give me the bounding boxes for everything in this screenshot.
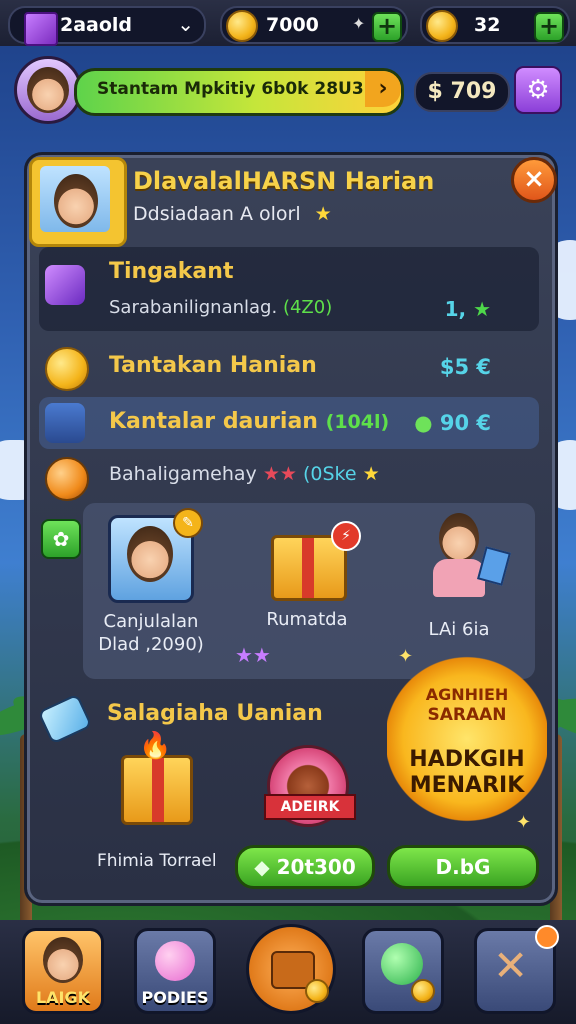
- daily-section-title: Salagiaha Uanian: [107, 701, 323, 726]
- green-star-icon: ★: [473, 297, 491, 321]
- coin-icon: [226, 10, 258, 42]
- portrait-image: [40, 166, 110, 232]
- sparkle-icon: ✦: [516, 812, 532, 833]
- add-coins-button[interactable]: +: [372, 12, 402, 42]
- crossed-tools-icon: ✕: [493, 941, 529, 990]
- add-gold-button[interactable]: +: [534, 12, 564, 42]
- row-value: $5 €: [439, 355, 491, 379]
- coin-icon: [305, 979, 329, 1003]
- gem-icon: [24, 12, 58, 46]
- row-label: Tantakan Hanian: [109, 353, 317, 378]
- alert-badge-icon: ⚡: [331, 521, 361, 551]
- panel-header: DlavalalHARSN Harian Ddsiadaan A olorl ★…: [27, 155, 557, 247]
- row-value: 1, ★: [444, 297, 491, 321]
- money-display: $ 709: [414, 72, 510, 112]
- nav-label: LAIGK: [35, 988, 91, 1007]
- sparkle-icon: ✦: [398, 646, 414, 667]
- profile-avatar-icon: [43, 937, 83, 983]
- promo-burst[interactable]: AGNHIEH SARAAN HADKGIH MENARIK: [387, 655, 547, 823]
- avatar-face: [27, 67, 69, 113]
- nav-gem-button[interactable]: [362, 928, 444, 1014]
- burst-line4: MENARIK: [409, 773, 525, 798]
- task-row-bonus[interactable]: Bahaligamehay ★★ (0Ske ★: [39, 451, 539, 503]
- coin-icon: [411, 979, 435, 1003]
- bottom-nav: LAIGK PODIES ✕: [0, 920, 576, 1024]
- reward-card-hero[interactable]: LAi 6ia: [399, 509, 519, 640]
- panel-subtitle: Ddsiadaan A olorl ★: [133, 203, 332, 225]
- settings-button[interactable]: ⚙: [514, 66, 562, 114]
- sparkle-icon: ✦: [352, 14, 366, 33]
- claim-button-1[interactable]: ◆ 20t300: [235, 845, 375, 889]
- nav-home-button[interactable]: [246, 924, 336, 1014]
- donut-badge-icon[interactable]: ADEIRK: [264, 745, 356, 827]
- row-sub: Sarabanilignanlag. (4Z0): [109, 297, 333, 318]
- bottle-icon: [37, 693, 93, 745]
- edit-badge-icon: ✎: [173, 508, 203, 538]
- daily-panel: DlavalalHARSN Harian Ddsiadaan A olorl ★…: [24, 152, 558, 906]
- puzzle-icon: [45, 265, 85, 305]
- coins-pill: 7000 ✦ +: [220, 6, 408, 44]
- row-sub: Bahaligamehay ★★ (0Ske ★: [109, 463, 380, 485]
- reward-stars: ★★: [235, 643, 271, 667]
- card-icon: [477, 546, 511, 586]
- gem-pill[interactable]: 2aaold ⌄: [8, 6, 206, 46]
- clover-badge-icon: ✿: [41, 519, 81, 559]
- reward-card-box[interactable]: ⚡ Rumatda: [247, 515, 367, 630]
- nav-label: PODIES: [141, 988, 209, 1007]
- hero-avatar: [439, 513, 479, 563]
- gold-pill: 32 +: [420, 6, 570, 44]
- claim-button-2[interactable]: D.bG: [387, 845, 539, 889]
- task-row-level[interactable]: Tingakant Sarabanilignanlag. (4Z0) 1, ★: [39, 247, 539, 331]
- ribbon-label: ADEIRK: [264, 794, 356, 820]
- reward-name: LAi 6ia: [428, 619, 490, 640]
- nav-profile-button[interactable]: LAIGK: [22, 928, 104, 1014]
- gem-icon: ◆: [254, 855, 270, 879]
- task-row-collection[interactable]: Kantalar daurian (104l) ● 90 €: [39, 397, 539, 449]
- row-value: ● 90 €: [414, 411, 491, 435]
- orange-orb-icon: [45, 457, 89, 501]
- nav-tools-button[interactable]: ✕: [474, 925, 559, 1014]
- gold-coin-icon: [426, 10, 458, 42]
- coins-value: 7000: [266, 14, 319, 36]
- reward-name: Canjulalan: [103, 611, 199, 632]
- chevron-down-icon[interactable]: ⌄: [177, 12, 194, 36]
- moon-badge-icon: [45, 403, 85, 443]
- reward-detail: Dlad ,2090): [98, 634, 204, 655]
- player-avatar[interactable]: [14, 56, 82, 124]
- daily-card-label: Fhimia Torrael: [97, 851, 217, 871]
- gem-label: 2aaold: [60, 14, 133, 36]
- star-icon: ★: [362, 463, 380, 485]
- close-button[interactable]: ×: [511, 157, 557, 203]
- green-gem-icon: ●: [414, 411, 433, 435]
- banner-text: Stantam Mpkitiy 6b0k 28U3: [97, 79, 364, 99]
- burst-line3: HADKGIH: [409, 747, 525, 772]
- reward-name: Rumatda: [266, 609, 348, 630]
- panel-title: DlavalalHARSN Harian: [133, 167, 435, 195]
- chevron-right-icon[interactable]: ›: [365, 71, 401, 107]
- burst-line1: AGNHIEH: [425, 685, 509, 704]
- nav-potions-button[interactable]: PODIES: [134, 928, 216, 1014]
- reward-card-character[interactable]: ✎ Canjulalan Dlad ,2090): [91, 508, 211, 655]
- row-label: Kantalar daurian (104l): [109, 409, 390, 434]
- coin-icon: [45, 347, 89, 391]
- star-icon: ★: [314, 203, 332, 225]
- character-portrait: ✎: [108, 508, 203, 603]
- burst-line2: SARAAN: [427, 705, 507, 725]
- flame-icon: 🔥: [139, 731, 172, 761]
- gold-value: 32: [474, 14, 501, 36]
- red-stars-icon: ★★: [262, 463, 297, 485]
- task-row-daily[interactable]: Tantakan Hanian $5 €: [39, 341, 539, 393]
- row-label: Tingakant: [109, 259, 234, 284]
- notification-dot: [535, 925, 559, 949]
- top-currency-bar: 2aaold ⌄ 7000 ✦ + 32 +: [0, 0, 576, 46]
- portrait-frame: [29, 157, 127, 247]
- potion-icon: [155, 941, 195, 981]
- gear-icon: ⚙: [526, 75, 550, 105]
- event-banner[interactable]: Stantam Mpkitiy 6b0k 28U3 ›: [74, 68, 404, 116]
- globe-icon: [381, 943, 423, 985]
- rewards-panel: ✎ Canjulalan Dlad ,2090) ★★ ⚡ Rumatda LA…: [83, 503, 535, 679]
- gift-chest-icon: [121, 755, 193, 825]
